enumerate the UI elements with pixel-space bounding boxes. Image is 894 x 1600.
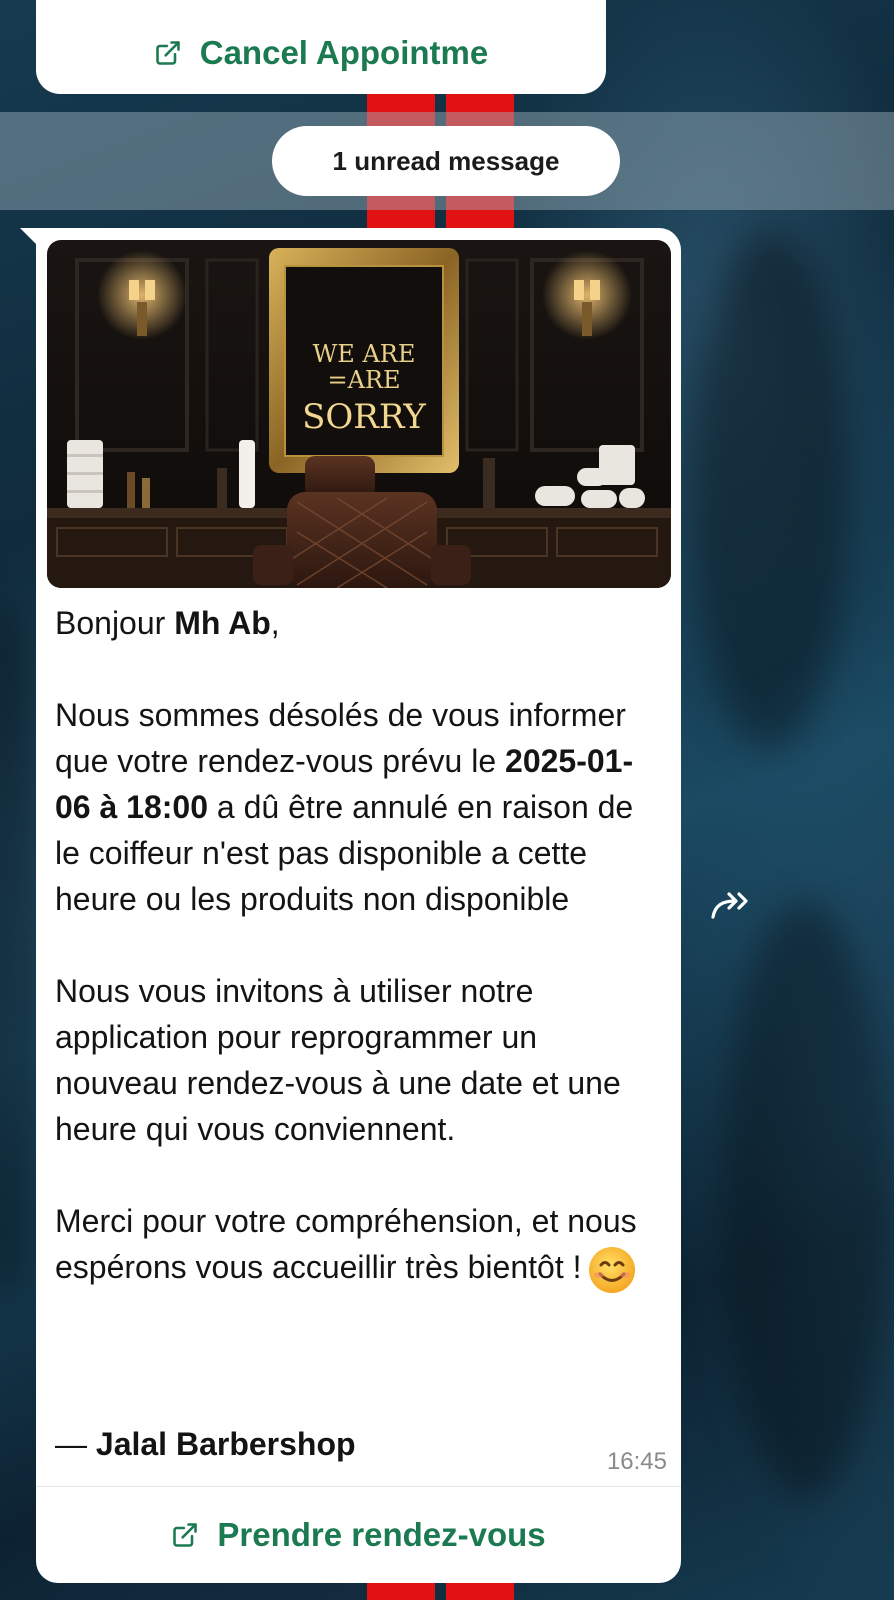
smiling-face-icon (589, 1246, 636, 1293)
previous-message-card: Cancel Appointme (36, 0, 606, 94)
book-appointment-label: Prendre rendez-vous (217, 1516, 546, 1553)
unread-message-pill: 1 unread message (272, 126, 620, 196)
greeting-suffix: , (270, 605, 280, 641)
sign-line-3: SORRY (302, 397, 426, 437)
message-timestamp: 16:45 (606, 1448, 667, 1475)
greeting-line: Bonjour Mh Ab, (55, 600, 665, 646)
paragraph-2: Nous vous invitons à utiliser notre appl… (55, 973, 621, 1147)
book-appointment-button[interactable]: Prendre rendez-vous (171, 1516, 546, 1554)
paragraph-1: Nous sommes désolés de vous informer que… (55, 692, 665, 922)
message-body: Bonjour Mh Ab, Nous sommes désolés de vo… (55, 600, 665, 1295)
cancel-appointment-button[interactable]: Cancel Appointme (154, 34, 488, 72)
chat-screen: Cancel Appointme 1 unread message WE ARE… (0, 0, 894, 1600)
forward-icon (711, 892, 748, 919)
unread-message-label: 1 unread message (332, 145, 560, 176)
sign-line-1: WE ARE (313, 340, 416, 368)
recipient-name: Mh Ab (174, 605, 271, 641)
barbershop-image: WE ARE =ARE SORRY (47, 240, 671, 588)
sign-line-2: =ARE (327, 366, 400, 394)
greeting-prefix: Bonjour (55, 605, 175, 641)
signature-name: Jalal Barbershop (95, 1426, 356, 1462)
paragraph-3: Merci pour votre compréhension, et nous … (55, 1198, 665, 1295)
cancel-appointment-label: Cancel Appointme (199, 34, 489, 71)
external-link-icon (173, 1523, 198, 1547)
signature-dash: — (55, 1426, 96, 1462)
background-stripe (446, 1582, 514, 1600)
forward-button[interactable] (706, 880, 758, 932)
bubble-divider (36, 1486, 681, 1487)
background-fold (690, 230, 850, 750)
book-appointment-row: Prendre rendez-vous (36, 1490, 681, 1580)
external-link-icon (155, 41, 180, 65)
message-bubble: WE ARE =ARE SORRY Bonjour Mh Ab, Nous so… (36, 228, 681, 1583)
paragraph-3-text: Merci pour votre compréhension, et nous … (55, 1203, 637, 1285)
message-image[interactable]: WE ARE =ARE SORRY (47, 240, 671, 588)
signature: — Jalal Barbershop (55, 1426, 356, 1463)
background-stripe (367, 1582, 435, 1600)
background-fold (720, 900, 890, 1500)
